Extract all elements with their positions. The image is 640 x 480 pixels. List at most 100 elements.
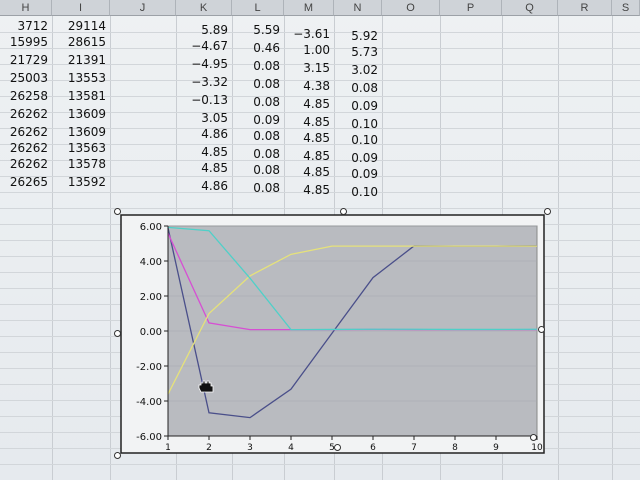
cell-l4[interactable]: 0.08 — [232, 76, 284, 92]
cell-n8[interactable]: 0.09 — [334, 150, 382, 166]
cell-i9[interactable]: 13578 — [52, 156, 110, 172]
cell-i2[interactable]: 28615 — [52, 34, 110, 50]
x-tick-label: 4 — [288, 443, 294, 453]
cell-m2[interactable]: 1.00 — [284, 42, 334, 58]
cell-k9[interactable]: 4.85 — [176, 160, 232, 176]
cell-h6[interactable]: 26262 — [0, 106, 52, 122]
column-header-k[interactable]: K — [176, 0, 232, 16]
cell-l10[interactable]: 0.08 — [232, 180, 284, 196]
cell-k3[interactable]: −4.95 — [176, 56, 232, 72]
cell-k6[interactable]: 3.05 — [176, 110, 232, 126]
cell-l3[interactable]: 0.08 — [232, 58, 284, 74]
column-header-q[interactable]: Q — [502, 0, 558, 16]
column-header-i[interactable]: I — [52, 0, 110, 16]
x-tick-label: 7 — [411, 443, 417, 453]
cell-i10[interactable]: 13592 — [52, 174, 110, 190]
y-tick-label: 0.00 — [140, 327, 162, 338]
resize-handle-top-right[interactable] — [544, 208, 551, 215]
resize-handle-bottom-left[interactable] — [114, 452, 121, 459]
cell-i4[interactable]: 13553 — [52, 70, 110, 86]
cell-k1[interactable]: 5.89 — [176, 22, 232, 38]
resize-handle-bottom-right[interactable] — [530, 434, 537, 441]
cell-m8[interactable]: 4.85 — [284, 148, 334, 164]
column-header-j[interactable]: J — [110, 0, 176, 16]
cell-h10[interactable]: 26265 — [0, 174, 52, 190]
cell-l6[interactable]: 0.09 — [232, 112, 284, 128]
cell-h1[interactable]: 3712 — [0, 18, 52, 34]
y-tick-label: -6.00 — [136, 432, 162, 443]
x-tick-label: 1 — [165, 443, 171, 453]
cell-k2[interactable]: −4.67 — [176, 38, 232, 54]
grid-line — [110, 16, 111, 480]
resize-handle-top[interactable] — [340, 208, 347, 215]
column-header-n[interactable]: N — [334, 0, 382, 16]
cell-l8[interactable]: 0.08 — [232, 146, 284, 162]
cell-n10[interactable]: 0.10 — [334, 184, 382, 200]
column-header-s[interactable]: S — [612, 0, 640, 16]
cell-m3[interactable]: 3.15 — [284, 60, 334, 76]
cell-i6[interactable]: 13609 — [52, 106, 110, 122]
cell-l7[interactable]: 0.08 — [232, 128, 284, 144]
y-tick-label: 2.00 — [140, 292, 162, 303]
cell-n2[interactable]: 5.73 — [334, 44, 382, 60]
y-tick-label: 6.00 — [140, 222, 162, 233]
cell-m6[interactable]: 4.85 — [284, 114, 334, 130]
cell-n7[interactable]: 0.10 — [334, 132, 382, 148]
cell-k5[interactable]: −0.13 — [176, 92, 232, 108]
x-tick-label: 10 — [531, 443, 543, 453]
cell-l2[interactable]: 0.46 — [232, 40, 284, 56]
cell-h5[interactable]: 26258 — [0, 88, 52, 104]
grid-line — [612, 16, 613, 480]
cell-n4[interactable]: 0.08 — [334, 80, 382, 96]
resize-handle-right[interactable] — [538, 326, 545, 333]
cell-l1[interactable]: 5.59 — [232, 22, 284, 38]
cell-i5[interactable]: 13581 — [52, 88, 110, 104]
resize-handle-left[interactable] — [114, 330, 121, 337]
embedded-chart[interactable]: 6.00 4.00 2.00 0.00 -2.00 -4.00 -6.00 1 2 3 4 5 6 7 8 9… — [114, 208, 551, 459]
grid-line — [558, 16, 559, 480]
cell-i3[interactable]: 21391 — [52, 52, 110, 68]
cell-i7[interactable]: 13609 — [52, 124, 110, 140]
cell-m1[interactable]: −3.61 — [284, 26, 334, 42]
cell-k7[interactable]: 4.86 — [176, 126, 232, 142]
column-header-o[interactable]: O — [382, 0, 440, 16]
y-tick-label: 4.00 — [140, 257, 162, 268]
cell-h4[interactable]: 25003 — [0, 70, 52, 86]
spreadsheet: H I J K L M N O P Q R S 3712 29114 5.89 … — [0, 0, 640, 480]
x-tick-label: 3 — [247, 443, 253, 453]
cell-n6[interactable]: 0.10 — [334, 116, 382, 132]
cell-m9[interactable]: 4.85 — [284, 164, 334, 180]
cell-k4[interactable]: −3.32 — [176, 74, 232, 90]
y-tick-label: -4.00 — [136, 397, 162, 408]
cell-h2[interactable]: 15995 — [0, 34, 52, 50]
x-tick-label: 6 — [370, 443, 376, 453]
resize-handle-top-left[interactable] — [114, 208, 121, 215]
cell-h3[interactable]: 21729 — [0, 52, 52, 68]
cell-n1[interactable]: 5.92 — [334, 28, 382, 44]
column-header-h[interactable]: H — [0, 0, 52, 16]
column-header-l[interactable]: L — [232, 0, 284, 16]
y-tick-label: -2.00 — [136, 362, 162, 373]
x-tick-label: 8 — [452, 443, 458, 453]
cell-m4[interactable]: 4.38 — [284, 78, 334, 94]
cell-h7[interactable]: 26262 — [0, 124, 52, 140]
cell-l9[interactable]: 0.08 — [232, 162, 284, 178]
cell-i8[interactable]: 13563 — [52, 140, 110, 156]
column-header-m[interactable]: M — [284, 0, 334, 16]
cell-m5[interactable]: 4.85 — [284, 96, 334, 112]
cell-k8[interactable]: 4.85 — [176, 144, 232, 160]
cell-n3[interactable]: 3.02 — [334, 62, 382, 78]
resize-handle-bottom[interactable] — [334, 444, 341, 451]
cell-h9[interactable]: 26262 — [0, 156, 52, 172]
cell-h8[interactable]: 26262 — [0, 140, 52, 156]
cell-m7[interactable]: 4.85 — [284, 130, 334, 146]
cell-n9[interactable]: 0.09 — [334, 166, 382, 182]
cell-m10[interactable]: 4.85 — [284, 182, 334, 198]
cell-l5[interactable]: 0.08 — [232, 94, 284, 110]
cell-n5[interactable]: 0.09 — [334, 98, 382, 114]
x-tick-label: 2 — [206, 443, 212, 453]
column-header-p[interactable]: P — [440, 0, 502, 16]
cell-k10[interactable]: 4.86 — [176, 178, 232, 194]
cell-i1[interactable]: 29114 — [52, 18, 110, 34]
column-header-r[interactable]: R — [558, 0, 612, 16]
